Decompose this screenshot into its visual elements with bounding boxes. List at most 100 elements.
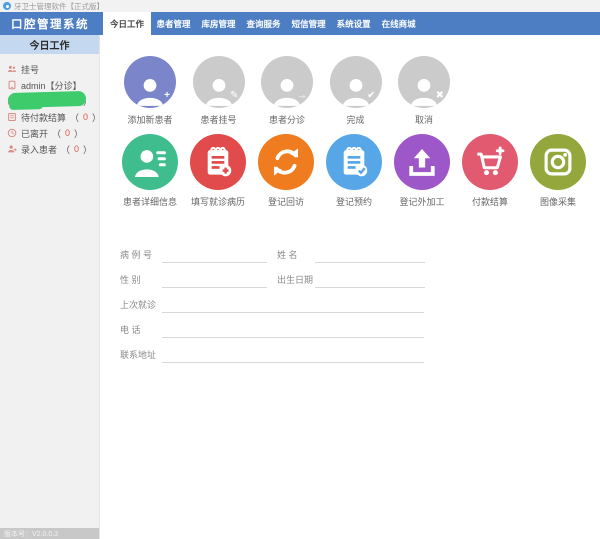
- tab-patient-management[interactable]: 患者管理: [151, 12, 196, 35]
- gender-field[interactable]: [162, 274, 267, 288]
- check-badge-icon: ✔: [367, 91, 375, 101]
- payment-settlement-button[interactable]: 付款结算: [462, 134, 518, 208]
- paren: （: [61, 143, 70, 156]
- register-appointment-button[interactable]: 登记预约: [326, 134, 382, 208]
- patient-triage-button[interactable]: → 患者分诊: [261, 56, 313, 126]
- phone-icon: [7, 80, 17, 90]
- left-count: 0: [65, 128, 70, 138]
- main-content: + 添加新患者 ✎ 患者挂号 → 患者分诊: [100, 35, 600, 539]
- case-number-label: 病 例 号: [120, 248, 162, 263]
- name-label: 姓 名: [277, 248, 315, 263]
- tab-sms-management[interactable]: 短信管理: [286, 12, 331, 35]
- last-visit-label: 上次就诊: [120, 298, 162, 313]
- action-label: 填写就诊病历: [191, 195, 245, 208]
- tab-system-settings[interactable]: 系统设置: [331, 12, 376, 35]
- window-title: 牙卫士管理软件【正式版】: [14, 1, 104, 12]
- plus-badge-icon: +: [164, 91, 170, 101]
- phone-label: 电 话: [120, 323, 162, 338]
- sidebar-item-pending-payment[interactable]: 待付款结算（0）: [7, 109, 99, 125]
- sidebar-item-label: 挂号: [21, 63, 39, 76]
- birthdate-field[interactable]: [315, 274, 425, 288]
- paren: ）: [74, 127, 83, 140]
- person-plus-icon: [7, 144, 17, 154]
- camera-icon: [530, 134, 586, 190]
- action-label: 取消: [415, 113, 433, 126]
- action-label: 添加新患者: [127, 113, 172, 126]
- clock-icon: [7, 128, 17, 138]
- action-label: 患者分诊: [269, 113, 305, 126]
- person-arrow-icon: →: [261, 56, 313, 108]
- version-statusbar: 版本号：V2.0.0.3: [0, 528, 99, 539]
- action-label: 付款结算: [472, 195, 508, 208]
- form-row: 上次就诊: [120, 288, 430, 313]
- pencil-badge-icon: ✎: [230, 91, 238, 101]
- birthdate-label: 出生日期: [277, 273, 315, 288]
- people-icon: [7, 64, 17, 74]
- patient-registration-button[interactable]: ✎ 患者挂号: [193, 56, 245, 126]
- address-label: 联系地址: [120, 348, 162, 363]
- titlebar: 牙卫士管理软件【正式版】: [0, 0, 600, 12]
- name-field[interactable]: [315, 249, 425, 263]
- enter-patient-count: 0: [74, 144, 79, 154]
- app-logo-icon: [3, 2, 11, 10]
- action-row-features: 患者详细信息 填写就诊病历: [100, 126, 600, 208]
- upload-tray-icon: [394, 134, 450, 190]
- form-row: 电 话: [120, 313, 430, 338]
- action-label: 登记预约: [336, 195, 372, 208]
- notepad-plus-icon: [190, 134, 246, 190]
- last-visit-field[interactable]: [162, 299, 424, 313]
- register-followup-button[interactable]: 登记回访: [258, 134, 314, 208]
- pending-payment-count: 0: [83, 112, 88, 122]
- person-details-icon: [122, 134, 178, 190]
- person-check-icon: ✔: [330, 56, 382, 108]
- image-capture-button[interactable]: 图像采集: [530, 134, 586, 208]
- action-label: 登记外加工: [399, 195, 444, 208]
- form-row: 联系地址: [120, 338, 430, 363]
- person-plus-icon: +: [124, 56, 176, 108]
- x-badge-icon: ✖: [436, 91, 444, 101]
- complete-button[interactable]: ✔ 完成: [330, 56, 382, 126]
- register-outsourcing-button[interactable]: 登记外加工: [394, 134, 450, 208]
- sidebar-item-left[interactable]: 已离开（0）: [7, 125, 99, 141]
- nav-tabs: 今日工作 患者管理 库房管理 查询服务 短信管理 系统设置 在线商城: [103, 12, 421, 35]
- tab-today-work[interactable]: 今日工作: [103, 12, 151, 35]
- add-new-patient-button[interactable]: + 添加新患者: [124, 56, 176, 126]
- sync-arrows-icon: [258, 134, 314, 190]
- sidebar-item-registration[interactable]: 挂号: [7, 61, 99, 77]
- invoice-icon: [7, 112, 17, 122]
- patient-details-button[interactable]: 患者详细信息: [122, 134, 178, 208]
- tab-warehouse-management[interactable]: 库房管理: [196, 12, 241, 35]
- action-label: 患者详细信息: [123, 195, 177, 208]
- action-label: 患者挂号: [200, 113, 236, 126]
- notepad-check-icon: [326, 134, 382, 190]
- person-edit-icon: ✎: [193, 56, 245, 108]
- sidebar-item-label: admin【分诊】: [21, 79, 82, 92]
- sidebar-item-enter-patient[interactable]: 录入患者 （ 0 ）: [7, 141, 99, 157]
- sidebar-item-label: 录入患者: [21, 143, 57, 156]
- action-label: 图像采集: [540, 195, 576, 208]
- app-window: 牙卫士管理软件【正式版】 口腔管理系统 今日工作 患者管理 库房管理 查询服务 …: [0, 0, 600, 539]
- cancel-button[interactable]: ✖ 取消: [398, 56, 450, 126]
- sidebar-item-label: 已离开: [21, 127, 48, 140]
- paren: （: [70, 111, 79, 124]
- sidebar-item-admin-triage[interactable]: admin【分诊】: [7, 77, 99, 93]
- action-label: 登记回访: [268, 195, 304, 208]
- form-row: 病 例 号 姓 名: [120, 238, 430, 263]
- phone-field[interactable]: [162, 324, 424, 338]
- paren: ）: [83, 143, 92, 156]
- sidebar-section-header: 今日工作: [0, 35, 99, 54]
- tab-query-service[interactable]: 查询服务: [241, 12, 286, 35]
- fill-medical-record-button[interactable]: 填写就诊病历: [190, 134, 246, 208]
- action-row-patient-flow: + 添加新患者 ✎ 患者挂号 → 患者分诊: [100, 35, 600, 126]
- gender-label: 性 别: [120, 273, 162, 288]
- tab-online-mall[interactable]: 在线商城: [376, 12, 421, 35]
- cart-plus-icon: [462, 134, 518, 190]
- sidebar-item-label: 待付款结算: [21, 111, 66, 124]
- address-field[interactable]: [162, 349, 424, 363]
- case-number-field[interactable]: [162, 249, 267, 263]
- sidebar: 今日工作 挂号 admin【分诊】: [0, 35, 100, 539]
- top-navigation: 口腔管理系统 今日工作 患者管理 库房管理 查询服务 短信管理 系统设置 在线商…: [0, 12, 600, 35]
- person-x-icon: ✖: [398, 56, 450, 108]
- green-marker-redaction: [8, 91, 86, 108]
- system-title: 口腔管理系统: [0, 12, 100, 35]
